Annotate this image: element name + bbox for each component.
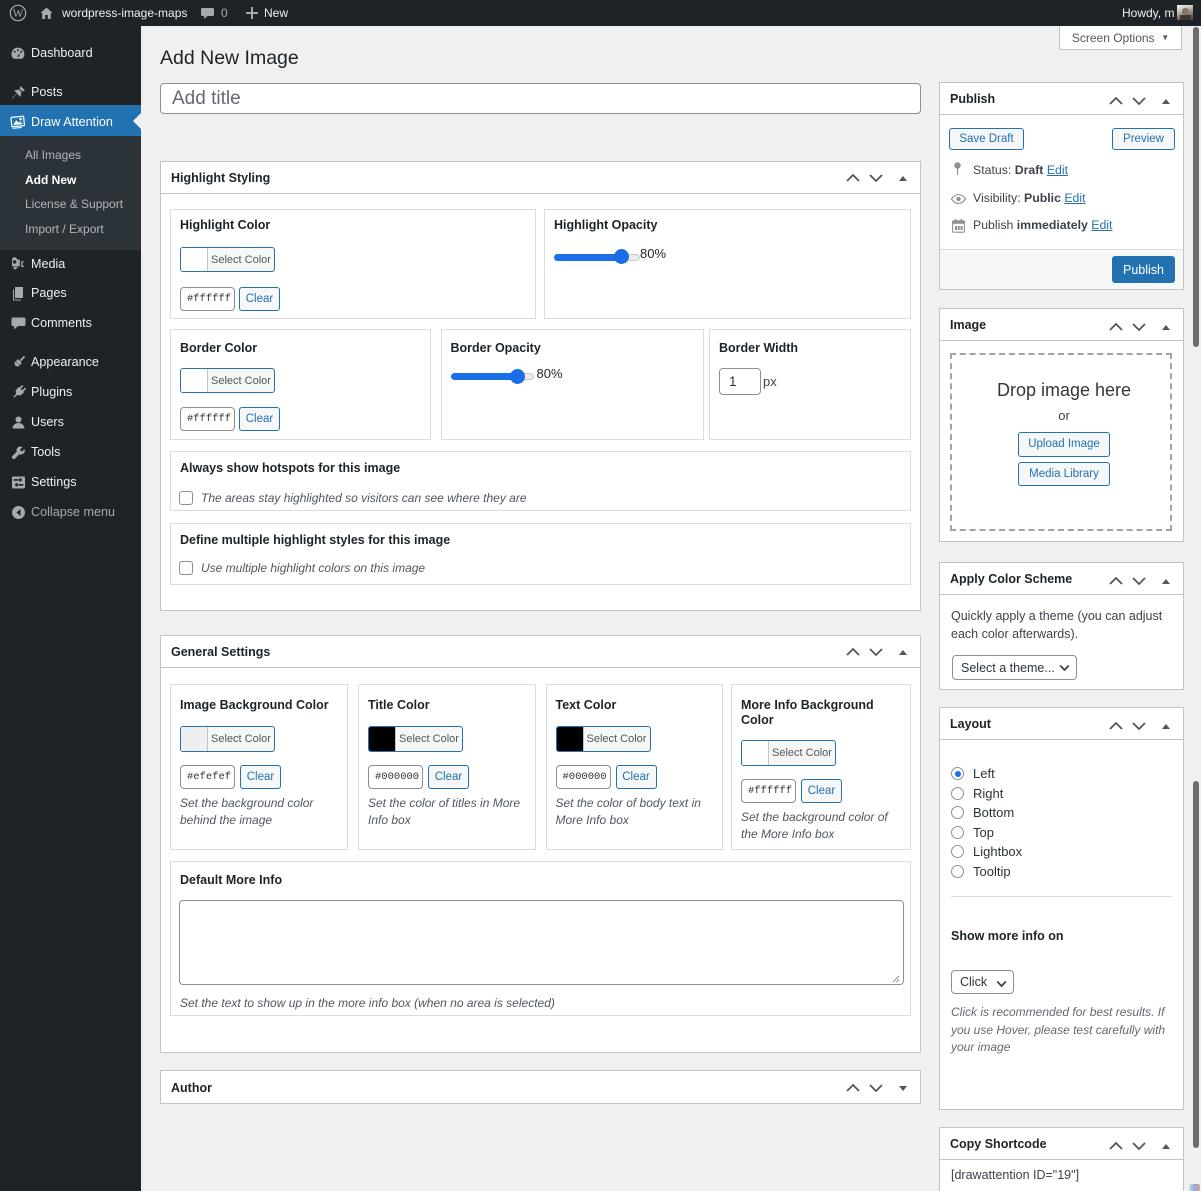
svg-text:W: W [13, 8, 24, 20]
